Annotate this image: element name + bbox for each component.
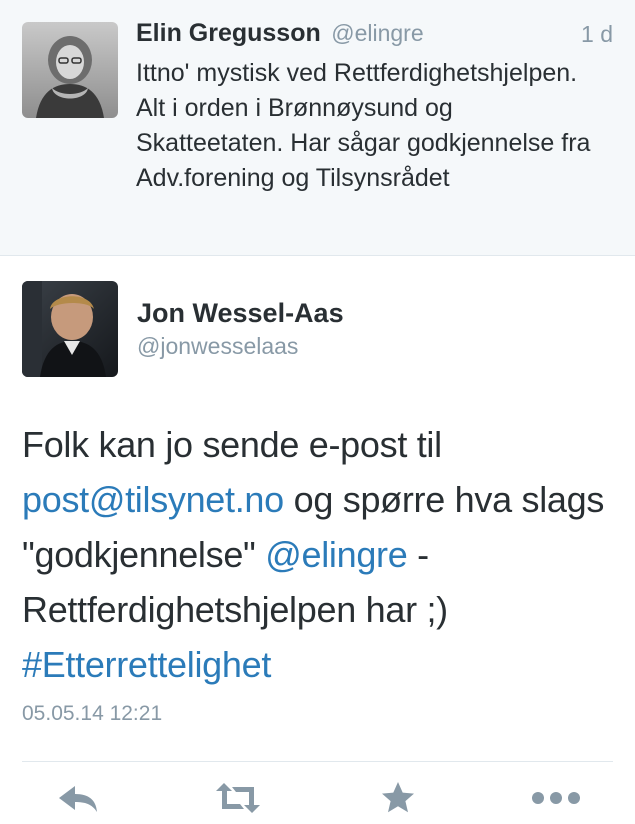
main-avatar[interactable]: [22, 281, 118, 377]
main-tweet-text: Folk kan jo sende e-post til post@tilsyn…: [22, 417, 617, 692]
retweet-button[interactable]: [210, 778, 266, 818]
parent-header: Elin Gregusson @elingre 1 d: [136, 19, 613, 53]
tweet-timestamp: 05.05.14 12:21: [22, 702, 163, 725]
star-icon: [382, 782, 414, 813]
retweet-icon: [216, 783, 260, 813]
main-author-handle[interactable]: @jonwesselaas: [137, 333, 298, 360]
parent-author-name[interactable]: Elin Gregusson: [136, 19, 321, 47]
favorite-button[interactable]: [370, 778, 426, 818]
main-author-name[interactable]: Jon Wessel-Aas: [137, 298, 344, 329]
hashtag-link[interactable]: #Etterrettelighet: [22, 644, 271, 685]
tweet-detail-view: Elin Gregusson @elingre 1 d Ittno' mysti…: [0, 0, 635, 824]
parent-tweet[interactable]: Elin Gregusson @elingre 1 d Ittno' mysti…: [0, 0, 635, 256]
parent-timestamp: 1 d: [581, 21, 613, 47]
parent-avatar[interactable]: [22, 22, 118, 118]
parent-author-handle[interactable]: @elingre: [331, 20, 423, 46]
reply-button[interactable]: [50, 778, 106, 818]
more-button[interactable]: [528, 778, 584, 818]
parent-tweet-text: Ittno' mystisk ved Rettferdighetshjelpen…: [136, 59, 591, 192]
email-link[interactable]: post@tilsynet.no: [22, 479, 284, 520]
action-bar: [0, 762, 635, 824]
mention-link[interactable]: @elingre: [265, 534, 408, 575]
reply-icon: [59, 786, 97, 812]
tweet-text-part: Folk kan jo sende e-post til: [22, 424, 442, 465]
more-icon: [532, 792, 580, 804]
